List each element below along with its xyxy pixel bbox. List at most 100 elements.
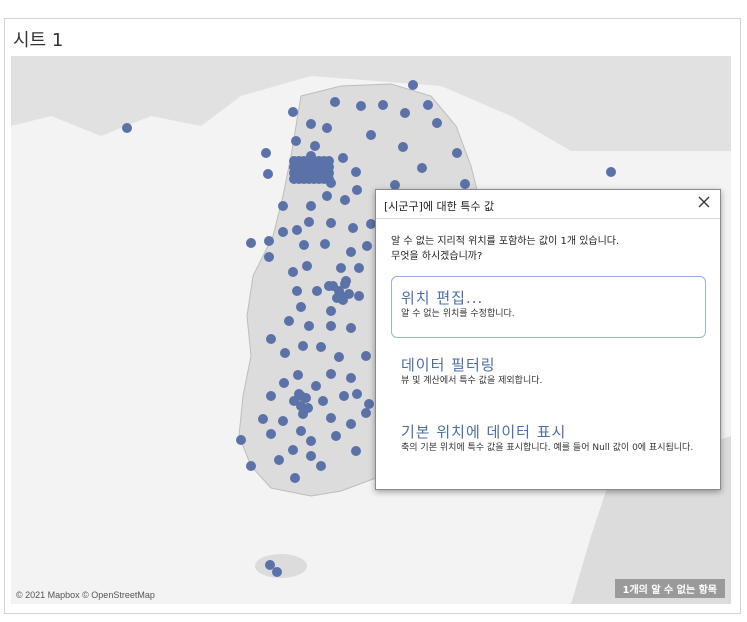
location-marker[interactable] bbox=[278, 227, 288, 237]
location-marker[interactable] bbox=[306, 436, 316, 446]
location-marker[interactable] bbox=[423, 100, 433, 110]
location-marker[interactable] bbox=[354, 263, 364, 273]
location-marker[interactable] bbox=[338, 153, 348, 163]
location-marker[interactable] bbox=[306, 451, 316, 461]
location-marker[interactable] bbox=[278, 201, 288, 211]
location-marker[interactable] bbox=[302, 261, 312, 271]
location-marker[interactable] bbox=[348, 223, 358, 233]
location-marker[interactable] bbox=[236, 435, 246, 445]
location-marker[interactable] bbox=[272, 567, 282, 577]
location-marker[interactable] bbox=[266, 391, 276, 401]
location-marker[interactable] bbox=[340, 195, 350, 205]
location-marker[interactable] bbox=[351, 446, 361, 456]
location-marker[interactable] bbox=[334, 352, 344, 362]
location-marker[interactable] bbox=[263, 169, 273, 179]
location-marker[interactable] bbox=[294, 389, 304, 399]
location-marker[interactable] bbox=[351, 167, 361, 177]
location-marker[interactable] bbox=[378, 100, 388, 110]
location-marker[interactable] bbox=[266, 429, 276, 439]
location-marker[interactable] bbox=[264, 252, 274, 262]
location-marker[interactable] bbox=[290, 473, 300, 483]
location-marker[interactable] bbox=[296, 426, 306, 436]
location-marker[interactable] bbox=[362, 241, 372, 251]
show-default-location-option[interactable]: 기본 위치에 데이터 표시 축의 기본 위치에 특수 값을 표시합니다. 예를 … bbox=[391, 410, 706, 472]
location-marker[interactable] bbox=[346, 419, 356, 429]
location-marker[interactable] bbox=[246, 238, 256, 248]
location-marker[interactable] bbox=[306, 201, 316, 211]
location-marker[interactable] bbox=[339, 391, 349, 401]
location-marker[interactable] bbox=[417, 163, 427, 173]
location-marker[interactable] bbox=[288, 445, 298, 455]
location-marker[interactable] bbox=[264, 236, 274, 246]
location-marker[interactable] bbox=[304, 321, 314, 331]
location-marker[interactable] bbox=[326, 306, 336, 316]
location-marker[interactable] bbox=[352, 185, 362, 195]
location-marker[interactable] bbox=[318, 396, 328, 406]
location-marker[interactable] bbox=[274, 455, 284, 465]
location-marker[interactable] bbox=[312, 286, 322, 296]
location-marker[interactable] bbox=[258, 414, 268, 424]
location-marker[interactable] bbox=[366, 130, 376, 140]
map-attribution[interactable]: © 2021 Mapbox © OpenStreetMap bbox=[16, 590, 155, 600]
location-marker[interactable] bbox=[322, 191, 332, 201]
location-marker[interactable] bbox=[364, 399, 374, 409]
location-marker[interactable] bbox=[326, 218, 336, 228]
location-marker[interactable] bbox=[330, 97, 340, 107]
location-marker[interactable] bbox=[284, 316, 294, 326]
location-marker[interactable] bbox=[293, 370, 303, 380]
location-marker[interactable] bbox=[122, 123, 132, 133]
location-marker[interactable] bbox=[346, 247, 356, 257]
location-marker[interactable] bbox=[316, 342, 326, 352]
location-marker[interactable] bbox=[326, 413, 336, 423]
location-marker[interactable] bbox=[352, 389, 362, 399]
unknown-items-badge[interactable]: 1개의 알 수 없는 항목 bbox=[614, 579, 725, 598]
location-marker[interactable] bbox=[279, 378, 289, 388]
location-marker[interactable] bbox=[344, 289, 354, 299]
location-marker[interactable] bbox=[246, 461, 256, 471]
location-marker[interactable] bbox=[460, 179, 470, 189]
location-marker[interactable] bbox=[361, 408, 371, 418]
location-marker[interactable] bbox=[316, 461, 326, 471]
location-marker[interactable] bbox=[291, 136, 301, 146]
location-marker[interactable] bbox=[361, 351, 371, 361]
location-marker[interactable] bbox=[326, 369, 336, 379]
location-marker[interactable] bbox=[326, 321, 336, 331]
location-marker[interactable] bbox=[298, 341, 308, 351]
location-marker[interactable] bbox=[280, 348, 290, 358]
edit-locations-option[interactable]: 위치 편집... 알 수 없는 위치를 수정합니다. bbox=[391, 276, 706, 338]
close-icon[interactable] bbox=[696, 194, 712, 210]
location-marker[interactable] bbox=[346, 323, 356, 333]
location-marker[interactable] bbox=[336, 263, 346, 273]
location-marker[interactable] bbox=[292, 225, 302, 235]
location-marker[interactable] bbox=[354, 291, 364, 301]
location-marker[interactable] bbox=[400, 108, 410, 118]
location-marker[interactable] bbox=[306, 119, 316, 129]
location-marker[interactable] bbox=[304, 217, 314, 227]
location-marker[interactable] bbox=[340, 279, 350, 289]
location-marker[interactable] bbox=[292, 286, 302, 296]
dialog-message: 알 수 없는 지리적 위치를 포함하는 값이 1개 있습니다. 무엇을 하시겠습… bbox=[391, 236, 620, 262]
location-marker[interactable] bbox=[398, 142, 408, 152]
location-marker[interactable] bbox=[288, 107, 298, 117]
location-marker[interactable] bbox=[320, 239, 330, 249]
sheet-title: 시트 1 bbox=[13, 30, 64, 51]
location-marker[interactable] bbox=[261, 148, 271, 158]
location-marker[interactable] bbox=[331, 431, 341, 441]
location-marker[interactable] bbox=[288, 267, 298, 277]
location-marker[interactable] bbox=[322, 123, 332, 133]
location-marker[interactable] bbox=[266, 334, 276, 344]
location-marker[interactable] bbox=[278, 416, 288, 426]
location-marker[interactable] bbox=[324, 174, 334, 184]
location-marker[interactable] bbox=[299, 240, 309, 250]
location-marker[interactable] bbox=[452, 148, 462, 158]
location-marker[interactable] bbox=[356, 101, 366, 111]
location-marker[interactable] bbox=[296, 302, 306, 312]
location-marker[interactable] bbox=[408, 80, 418, 90]
filter-data-option[interactable]: 데이터 필터링 뷰 및 계산에서 특수 값을 제외합니다. bbox=[391, 343, 706, 405]
location-marker[interactable] bbox=[311, 381, 321, 391]
location-marker[interactable] bbox=[346, 373, 356, 383]
location-marker[interactable] bbox=[432, 118, 442, 128]
location-marker[interactable] bbox=[303, 403, 313, 413]
location-marker[interactable] bbox=[606, 167, 616, 177]
location-marker[interactable] bbox=[310, 141, 320, 151]
